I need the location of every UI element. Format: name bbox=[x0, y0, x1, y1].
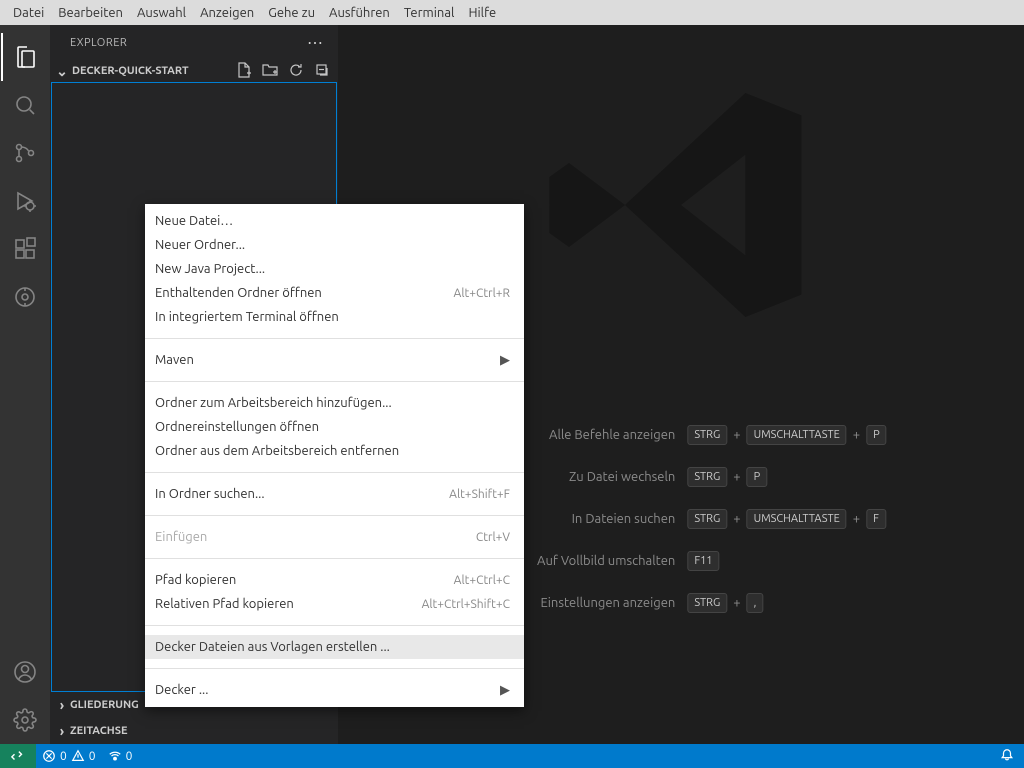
shortcut-row: Einstellungen anzeigen STRG+, bbox=[475, 593, 886, 613]
menu-datei[interactable]: Datei bbox=[6, 3, 51, 23]
explorer-title-text: EXPLORER bbox=[70, 37, 127, 49]
status-bar: 0 0 0 bbox=[0, 744, 1024, 768]
key: P bbox=[866, 425, 887, 445]
menu-new-file[interactable]: Neue Datei… bbox=[145, 209, 524, 233]
notifications-icon[interactable] bbox=[1000, 752, 1014, 765]
activity-bar bbox=[0, 25, 50, 744]
decker-icon[interactable] bbox=[1, 273, 49, 321]
explorer-more-icon[interactable]: ⋯ bbox=[307, 33, 324, 52]
menu-bearbeiten[interactable]: Bearbeiten bbox=[51, 3, 130, 23]
status-ports[interactable]: 0 bbox=[102, 749, 139, 763]
menu-copy-path[interactable]: Pfad kopierenAlt+Ctrl+C bbox=[145, 568, 524, 592]
menu-anzeigen[interactable]: Anzeigen bbox=[193, 3, 261, 23]
source-control-icon[interactable] bbox=[1, 129, 49, 177]
key: F bbox=[866, 509, 886, 529]
menu-terminal[interactable]: Terminal bbox=[397, 3, 462, 23]
welcome-shortcuts: Alle Befehle anzeigen STRG+UMSCHALTTASTE… bbox=[475, 425, 886, 613]
menu-open-terminal[interactable]: In integriertem Terminal öffnen bbox=[145, 305, 524, 329]
timeline-label: ZEITACHSE bbox=[70, 725, 128, 737]
shortcut-row: Alle Befehle anzeigen STRG+UMSCHALTTASTE… bbox=[475, 425, 886, 445]
status-problems[interactable]: 0 0 bbox=[36, 749, 102, 763]
key: UMSCHALTTASTE bbox=[747, 509, 847, 529]
menu-hilfe[interactable]: Hilfe bbox=[461, 3, 503, 23]
shortcut-row: Zu Datei wechseln STRG+P bbox=[475, 467, 886, 487]
accounts-icon[interactable] bbox=[1, 648, 49, 696]
search-icon[interactable] bbox=[1, 81, 49, 129]
extensions-icon[interactable] bbox=[1, 225, 49, 273]
menu-new-java-project[interactable]: New Java Project... bbox=[145, 257, 524, 281]
menu-remove-folder-workspace[interactable]: Ordner aus dem Arbeitsbereich entfernen bbox=[145, 439, 524, 463]
menu-decker-create-from-template[interactable]: Decker Dateien aus Vorlagen erstellen ..… bbox=[145, 635, 524, 659]
chevron-down-icon: ⌄ bbox=[54, 63, 70, 80]
menu-paste: EinfügenCtrl+V bbox=[145, 525, 524, 549]
menu-auswahl[interactable]: Auswahl bbox=[130, 3, 193, 23]
remote-button[interactable] bbox=[0, 744, 36, 768]
menubar: Datei Bearbeiten Auswahl Anzeigen Gehe z… bbox=[0, 0, 1024, 25]
shortcut-row: Auf Vollbild umschalten F11 bbox=[475, 551, 886, 571]
shortcut-row: In Dateien suchen STRG+UMSCHALTTASTE+F bbox=[475, 509, 886, 529]
folder-name: DECKER-QUICK-START bbox=[72, 65, 189, 77]
key: STRG bbox=[687, 425, 727, 445]
menu-open-folder-settings[interactable]: Ordnereinstellungen öffnen bbox=[145, 415, 524, 439]
sidebar-title: EXPLORER ⋯ bbox=[50, 25, 338, 60]
menu-find-in-folder[interactable]: In Ordner suchen...Alt+Shift+F bbox=[145, 482, 524, 506]
submenu-arrow-icon: ▶ bbox=[500, 353, 510, 368]
collapse-all-icon[interactable] bbox=[314, 62, 330, 81]
context-menu: Neue Datei… Neuer Ordner... New Java Pro… bbox=[145, 204, 524, 707]
vscode-watermark-icon bbox=[541, 65, 821, 348]
menu-new-folder[interactable]: Neuer Ordner... bbox=[145, 233, 524, 257]
timeline-section[interactable]: › ZEITACHSE bbox=[50, 718, 338, 744]
explorer-icon[interactable] bbox=[1, 33, 49, 81]
key: UMSCHALTTASTE bbox=[747, 425, 847, 445]
chevron-right-icon: › bbox=[54, 697, 70, 713]
menu-gehezu[interactable]: Gehe zu bbox=[261, 3, 322, 23]
warning-count: 0 bbox=[89, 750, 96, 763]
chevron-right-icon: › bbox=[54, 723, 70, 739]
menu-reveal-folder[interactable]: Enthaltenden Ordner öffnenAlt+Ctrl+R bbox=[145, 281, 524, 305]
key: STRG bbox=[687, 467, 727, 487]
folder-header[interactable]: ⌄ DECKER-QUICK-START bbox=[50, 60, 338, 82]
ports-count: 0 bbox=[126, 750, 133, 763]
key: P bbox=[747, 467, 768, 487]
new-file-icon[interactable] bbox=[236, 62, 252, 81]
new-folder-icon[interactable] bbox=[262, 62, 278, 81]
refresh-icon[interactable] bbox=[288, 62, 304, 81]
outline-label: GLIEDERUNG bbox=[70, 699, 139, 711]
key: F11 bbox=[687, 551, 719, 571]
run-debug-icon[interactable] bbox=[1, 177, 49, 225]
settings-icon[interactable] bbox=[1, 696, 49, 744]
menu-ausfuehren[interactable]: Ausführen bbox=[322, 3, 397, 23]
menu-maven[interactable]: Maven▶ bbox=[145, 348, 524, 372]
menu-add-folder-workspace[interactable]: Ordner zum Arbeitsbereich hinzufügen... bbox=[145, 391, 524, 415]
menu-copy-relative-path[interactable]: Relativen Pfad kopierenAlt+Ctrl+Shift+C bbox=[145, 592, 524, 616]
menu-decker[interactable]: Decker ...▶ bbox=[145, 678, 524, 702]
submenu-arrow-icon: ▶ bbox=[500, 683, 510, 698]
key: , bbox=[747, 593, 764, 613]
key: STRG bbox=[687, 593, 727, 613]
error-count: 0 bbox=[60, 750, 67, 763]
key: STRG bbox=[687, 509, 727, 529]
